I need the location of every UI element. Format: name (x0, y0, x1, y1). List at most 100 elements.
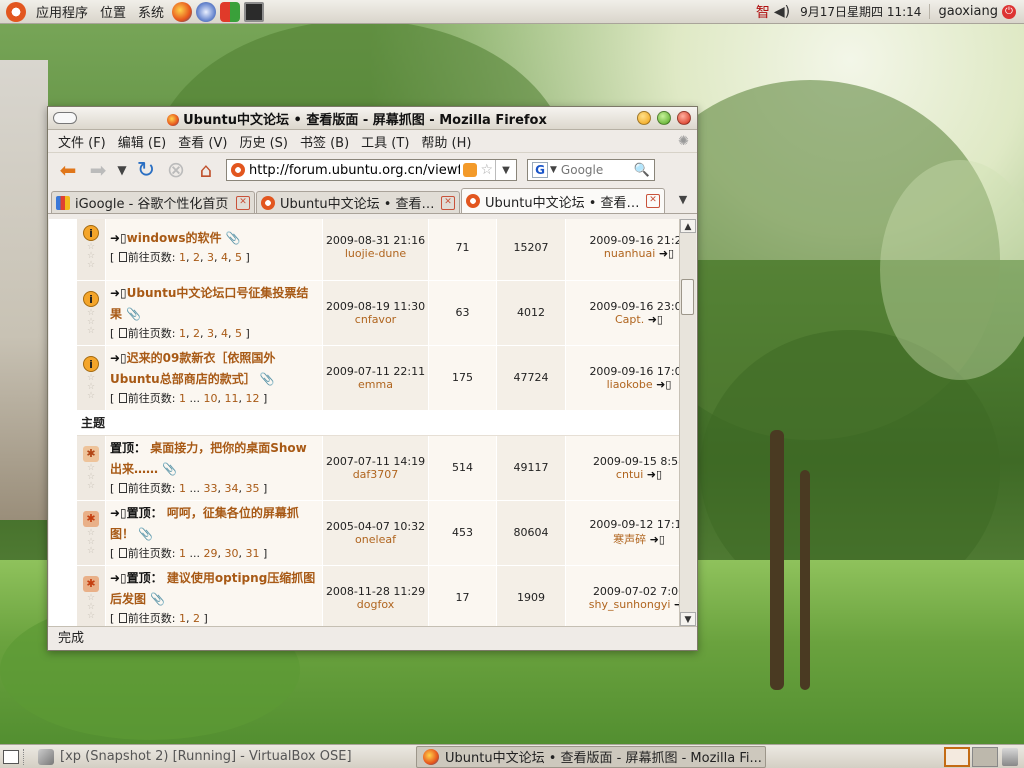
app-launcher-icon[interactable] (220, 1, 241, 22)
maximize-button[interactable] (657, 111, 671, 125)
bookmark-star-icon[interactable]: ☆ (480, 162, 493, 178)
menu-help[interactable]: 帮助 (H) (417, 132, 479, 151)
menu-edit[interactable]: 编辑 (E) (114, 132, 175, 151)
last-poster-link[interactable]: 寒声碎 (613, 533, 646, 546)
page-link[interactable]: 4 (221, 251, 228, 264)
menu-tools[interactable]: 工具 (T) (357, 132, 417, 151)
tab-close-icon[interactable]: ✕ (441, 195, 455, 210)
page-link[interactable]: 33 (204, 482, 218, 495)
page-link[interactable]: 34 (225, 482, 239, 495)
url-bar[interactable]: ☆ ▼ (226, 159, 517, 181)
menu-applications[interactable]: 应用程序 (30, 2, 94, 21)
search-icon[interactable]: 🔍 (634, 163, 650, 178)
go-to-last-post-icon[interactable]: ➜▯ (656, 378, 671, 391)
page-link[interactable]: 30 (225, 547, 239, 560)
stop-icon[interactable]: ⊗ (162, 156, 190, 184)
page-link[interactable]: 1 (179, 482, 186, 495)
topic-author-link[interactable]: emma (323, 378, 428, 391)
topic-author-link[interactable]: dogfox (323, 598, 428, 611)
history-dropdown-icon[interactable]: ▼ (114, 156, 130, 184)
url-dropdown-icon[interactable]: ▼ (495, 160, 516, 180)
last-poster-link[interactable]: nuanhuai (604, 247, 655, 260)
new-post-arrow-icon[interactable]: ➜▯ (110, 571, 127, 585)
last-poster-link[interactable]: cntui (616, 468, 643, 481)
page-link[interactable]: 1 (179, 392, 186, 405)
page-link[interactable]: 1 (179, 612, 186, 625)
page-link[interactable]: 5 (235, 251, 242, 264)
page-link[interactable]: 1 (179, 547, 186, 560)
page-link[interactable]: 35 (246, 482, 260, 495)
scroll-thumb[interactable] (681, 279, 694, 315)
tab-ubuntu-forum-2[interactable]: Ubuntu中文论坛 • 查看… ✕ (461, 188, 665, 213)
topic-title-link[interactable]: windows的软件 (127, 231, 222, 245)
close-button[interactable] (677, 111, 691, 125)
go-to-last-post-icon[interactable]: ➜▯ (659, 247, 674, 260)
new-post-arrow-icon[interactable]: ➜▯ (110, 231, 127, 245)
tab-ubuntu-forum-1[interactable]: Ubuntu中文论坛 • 查看… ✕ (256, 191, 460, 213)
forward-arrow-icon[interactable]: ➡ (84, 156, 112, 184)
show-desktop-icon[interactable] (3, 749, 19, 764)
last-poster-link[interactable]: shy_sunhongyi (589, 598, 671, 611)
go-to-last-post-icon[interactable]: ➜▯ (648, 313, 663, 326)
page-link[interactable]: 10 (204, 392, 218, 405)
user-menu[interactable]: gaoxiang (929, 4, 1002, 19)
terminal-launcher-icon[interactable] (244, 1, 265, 22)
trash-icon[interactable] (1002, 747, 1018, 766)
tab-list-chevron-icon[interactable]: ▼ (673, 191, 693, 209)
new-post-arrow-icon[interactable]: ➜▯ (110, 506, 127, 520)
page-link[interactable]: 1 (179, 327, 186, 340)
topic-author-link[interactable]: luojie-dune (323, 247, 428, 260)
page-link[interactable]: 3 (207, 251, 214, 264)
go-to-last-post-icon[interactable]: ➜▯ (647, 468, 662, 481)
go-to-last-post-icon[interactable]: ➜▯ (650, 533, 665, 546)
panel-clock[interactable]: 9月17日星期四 11:14 (792, 3, 929, 20)
topic-title-link[interactable]: 迟来的09款新衣［依照国外Ubuntu总部商店的款式］ (110, 351, 275, 386)
tab-igoogle[interactable]: iGoogle - 谷歌个性化首页 ✕ (51, 191, 255, 213)
minimize-button[interactable] (637, 111, 651, 125)
google-engine-icon[interactable]: G (532, 162, 548, 178)
volume-icon[interactable]: ◀) (774, 4, 790, 20)
page-link[interactable]: 11 (225, 392, 239, 405)
window-titlebar[interactable]: Ubuntu中文论坛 • 查看版面 - 屏幕抓图 - Mozilla Firef… (48, 107, 697, 130)
new-post-arrow-icon[interactable]: ➜▯ (110, 351, 127, 365)
page-link[interactable]: 12 (246, 392, 260, 405)
home-icon[interactable]: ⌂ (192, 156, 220, 184)
rss-feed-icon[interactable] (463, 163, 478, 177)
topic-author-link[interactable]: cnfavor (323, 313, 428, 326)
last-poster-link[interactable]: liaokobe (607, 378, 653, 391)
scroll-down-icon[interactable]: ▼ (680, 612, 696, 626)
topic-author-link[interactable]: daf3707 (323, 468, 428, 481)
task-virtualbox[interactable]: [xp (Snapshot 2) [Running] - VirtualBox … (32, 746, 372, 768)
menu-system[interactable]: 系统 (132, 2, 170, 21)
menu-file[interactable]: 文件 (F) (54, 132, 114, 151)
ubuntu-logo-icon[interactable] (6, 1, 26, 22)
menu-bookmarks[interactable]: 书签 (B) (296, 132, 357, 151)
reload-icon[interactable]: ↻ (132, 156, 160, 184)
search-bar[interactable]: G ▼ 🔍 (527, 159, 655, 181)
last-poster-link[interactable]: Capt. (615, 313, 644, 326)
scroll-up-icon[interactable]: ▲ (680, 219, 696, 233)
vertical-scrollbar[interactable]: ▲ ▼ (679, 219, 696, 626)
workspace-1[interactable] (944, 746, 970, 767)
page-link[interactable]: 4 (221, 327, 228, 340)
window-menu-button[interactable] (53, 112, 77, 124)
new-post-arrow-icon[interactable]: ➜▯ (110, 286, 127, 300)
page-link[interactable]: 2 (193, 327, 200, 340)
page-link[interactable]: 2 (193, 251, 200, 264)
search-input[interactable] (560, 163, 629, 177)
menu-places[interactable]: 位置 (94, 2, 132, 21)
url-input[interactable] (249, 162, 461, 178)
power-icon[interactable]: ⏻ (1002, 4, 1016, 19)
evolution-launcher-icon[interactable] (196, 1, 217, 22)
workspace-2[interactable] (972, 746, 998, 767)
tab-close-icon[interactable]: ✕ (646, 194, 660, 208)
engine-dropdown-icon[interactable]: ▼ (550, 165, 557, 175)
back-arrow-icon[interactable]: ⬅ (54, 156, 82, 184)
menu-history[interactable]: 历史 (S) (235, 132, 296, 151)
page-link[interactable]: 1 (179, 251, 186, 264)
page-link[interactable]: 3 (207, 327, 214, 340)
page-link[interactable]: 5 (235, 327, 242, 340)
input-method-icon[interactable]: 智 (756, 2, 770, 22)
task-firefox[interactable]: Ubuntu中文论坛 • 查看版面 - 屏幕抓图 - Mozilla Fi... (416, 745, 766, 768)
firefox-launcher-icon[interactable] (172, 1, 193, 22)
